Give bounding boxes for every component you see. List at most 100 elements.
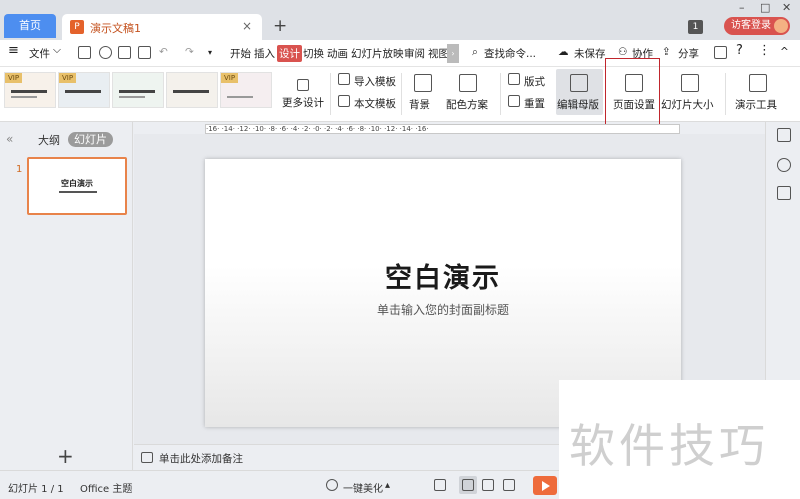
slide-thumbnail[interactable]: 空白演示 — [27, 157, 127, 215]
close-tab-icon[interactable]: × — [242, 19, 252, 33]
add-slide-button[interactable]: + — [57, 444, 74, 468]
tab-home[interactable]: 首页 — [4, 14, 56, 38]
share-icon[interactable]: ⇪ — [662, 46, 671, 58]
slide-number: 1 — [16, 164, 23, 175]
slide-sorter-icon[interactable] — [482, 479, 494, 491]
help-icon[interactable]: ? — [736, 43, 743, 58]
tab-slideshow[interactable]: 幻灯片放映 — [351, 46, 404, 61]
slide-size-icon[interactable] — [681, 74, 699, 92]
slide-size-button[interactable]: 幻灯片大小 — [661, 97, 714, 112]
import-template-button[interactable]: 导入模板 — [354, 74, 396, 89]
text-template-button[interactable]: 本文模板 — [354, 96, 396, 111]
layout-icon[interactable] — [508, 73, 520, 85]
print-preview-icon[interactable] — [138, 46, 151, 59]
tab-review[interactable]: 审阅 — [404, 46, 425, 61]
format-painter-icon[interactable] — [99, 46, 112, 59]
save-icon[interactable] — [78, 46, 91, 59]
more-designs-button[interactable]: 更多设计 — [282, 95, 324, 110]
color-scheme-button[interactable]: 配色方案 — [446, 97, 488, 112]
tab-view[interactable]: 视图 — [428, 46, 449, 61]
design-template-1[interactable]: VIP — [4, 72, 56, 108]
background-button[interactable]: 背景 — [409, 97, 430, 112]
notes-icon — [141, 452, 153, 463]
color-scheme-icon[interactable] — [459, 74, 477, 92]
edit-master-button[interactable]: 编辑母版 — [556, 69, 603, 115]
collapse-ribbon-icon[interactable]: ^ — [780, 46, 789, 58]
template-preview — [119, 96, 145, 98]
search-command[interactable]: 查找命令... — [484, 46, 536, 61]
tab-insert[interactable]: 插入 — [254, 46, 275, 61]
search-icon[interactable]: ⌕ — [472, 46, 478, 59]
guest-login-button[interactable]: 访客登录 — [724, 17, 790, 35]
document-title: 演示文稿1 — [90, 22, 141, 35]
notes-toggle-icon[interactable] — [434, 479, 446, 491]
beautify-arrow-icon[interactable]: ▴ — [385, 480, 390, 491]
beautify-icon[interactable] — [326, 479, 338, 491]
thumbnail-title: 空白演示 — [61, 179, 93, 188]
reading-view-icon[interactable] — [503, 479, 515, 491]
tab-animation[interactable]: 动画 — [327, 46, 348, 61]
template-preview — [11, 96, 37, 98]
text-template-icon[interactable] — [338, 95, 350, 107]
tab-document[interactable]: P 演示文稿1 × — [62, 14, 262, 40]
unsaved-status[interactable]: 未保存 — [574, 46, 606, 61]
tab-outline[interactable]: 大纲 — [38, 132, 60, 148]
play-slideshow-button[interactable] — [533, 476, 557, 495]
vip-badge: VIP — [221, 73, 239, 83]
design-template-5[interactable]: VIP — [220, 72, 272, 108]
maximize-icon[interactable]: □ — [760, 1, 770, 14]
watermark: 软件技巧 — [559, 380, 800, 499]
more-tabs-icon[interactable]: › — [447, 44, 459, 63]
print-icon[interactable] — [118, 46, 131, 59]
cloud-icon[interactable]: ☁ — [558, 46, 569, 58]
collaborate-icon[interactable]: ⚇ — [618, 46, 627, 58]
one-click-beautify-button[interactable]: 一键美化 — [343, 480, 383, 495]
import-template-icon[interactable] — [338, 73, 350, 85]
file-menu-arrow-icon[interactable]: ⌵ — [53, 44, 61, 57]
avatar — [774, 19, 788, 33]
tab-design[interactable]: 设计 — [277, 45, 302, 62]
horizontal-ruler[interactable]: ·16· ·14· ·12· ·10· ·8· ·6· ·4· ·2· ·0· … — [205, 124, 680, 134]
slide-title[interactable]: 空白演示 — [205, 256, 681, 295]
animation-icon[interactable] — [777, 158, 791, 172]
template-preview — [65, 90, 101, 93]
window-count-badge[interactable]: 1 — [688, 20, 703, 34]
layout-button[interactable]: 版式 — [524, 74, 545, 89]
quick-access-dropdown-icon[interactable]: ▾ — [208, 48, 212, 57]
reset-icon[interactable] — [508, 95, 520, 107]
divider — [330, 73, 331, 115]
file-menu[interactable]: 文件 — [29, 46, 50, 61]
design-template-3[interactable] — [112, 72, 164, 108]
tab-start[interactable]: 开始 — [230, 46, 251, 61]
switch-view-icon[interactable] — [714, 46, 727, 59]
slide-master-icon — [570, 74, 588, 92]
collapse-panel-icon[interactable]: « — [6, 132, 13, 146]
new-tab-button[interactable]: + — [273, 16, 287, 36]
vip-badge: VIP — [5, 73, 23, 83]
notes-placeholder[interactable]: 单击此处添加备注 — [159, 451, 243, 466]
undo-icon[interactable]: ↶ — [159, 46, 168, 58]
copy-icon[interactable] — [777, 186, 791, 200]
vip-badge: VIP — [59, 73, 77, 83]
share-button[interactable]: 分享 — [678, 46, 699, 61]
minimize-icon[interactable]: – — [739, 1, 745, 14]
reset-button[interactable]: 重置 — [524, 96, 545, 111]
close-window-icon[interactable]: ✕ — [782, 1, 791, 14]
tab-transition[interactable]: 切换 — [303, 46, 324, 61]
design-template-2[interactable]: VIP — [58, 72, 110, 108]
tab-slides[interactable]: 幻灯片 — [68, 132, 113, 147]
theme-name[interactable]: Office 主题 — [80, 480, 132, 495]
background-icon[interactable] — [414, 74, 432, 92]
template-preview — [119, 90, 155, 93]
normal-view-icon[interactable] — [462, 479, 474, 491]
watermark-text: 软件技巧 — [569, 419, 769, 473]
redo-icon[interactable]: ↷ — [185, 46, 194, 58]
more-options-icon[interactable]: ⋮ — [758, 43, 771, 58]
design-template-4[interactable] — [166, 72, 218, 108]
presentation-tools-icon[interactable] — [749, 74, 767, 92]
presentation-tools-button[interactable]: 演示工具 — [735, 97, 777, 112]
slide-subtitle[interactable]: 单击输入您的封面副标题 — [205, 301, 681, 318]
properties-icon[interactable] — [777, 128, 791, 142]
hamburger-menu-icon[interactable]: ≡ — [8, 43, 19, 58]
more-designs-icon[interactable] — [297, 79, 309, 91]
